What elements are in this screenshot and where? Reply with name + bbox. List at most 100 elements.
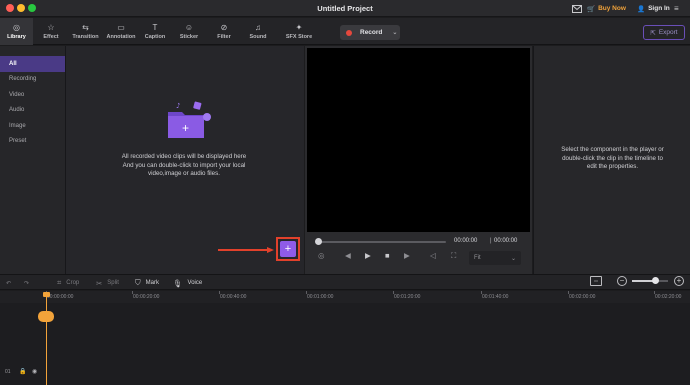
undo-icon[interactable]: ↶ [6,277,11,289]
properties-hint: Select the component in the player or do… [546,146,679,172]
record-dot-icon [346,29,352,36]
record-label: Record [360,29,383,36]
empty-message-line: All recorded video clips will be display… [121,153,247,160]
sidebar-item-video[interactable]: Video [0,87,65,103]
sidebar-item-image[interactable]: Image [0,118,65,134]
play-icon[interactable]: ▶ [365,251,371,260]
sidebar-item-audio[interactable]: Audio [0,103,65,119]
tab-transition[interactable]: ⇆ Transition [68,18,103,45]
ruler-label: 00:00:20:00 [133,294,160,300]
effect-icon: ☆ [47,23,55,32]
timeline-toolbar: ↶ ↷ ⌗ Crop ✂ Split ⛉ Mark 🎙 Voice [0,274,690,290]
chevron-down-icon: ⌄ [510,255,516,262]
chevron-down-icon[interactable]: ⌄ [392,29,397,36]
sfx-store-icon: ✦ [295,23,303,32]
voice-label: Voice [187,280,203,286]
tab-sfx-store[interactable]: ✦ SFX Store [280,18,318,45]
caption-icon: T [152,23,158,32]
playback-progress-bar[interactable] [317,241,446,243]
playback-progress-handle[interactable] [315,238,322,245]
mail-icon[interactable] [572,3,583,14]
zoom-slider-handle[interactable] [651,277,659,284]
sidebar-item-preset[interactable]: Preset [0,134,65,150]
transition-icon: ⇆ [82,23,89,32]
tab-label: Sound [249,34,267,40]
svg-text:♪: ♪ [176,102,180,110]
record-button[interactable]: Record ⌄ [340,25,400,40]
lock-icon[interactable]: 🔒 [19,368,26,375]
tab-effect[interactable]: ☆ Effect [35,18,67,45]
folder-illustration-icon: + ♪ [168,101,211,138]
sticker-icon: ☺ [184,23,194,32]
empty-message-line: video,image or audio files. [148,170,220,177]
sign-in-label: Sign In [648,5,670,12]
next-frame-icon[interactable]: ▶ [404,251,410,260]
library-icon: ◎ [13,23,20,32]
time-separator: | [490,238,492,244]
sign-in-button[interactable]: 👤 Sign In [637,3,670,14]
sidebar-item-recording[interactable]: Recording [0,72,65,88]
fit-timeline-icon[interactable]: ▭ [590,276,602,286]
tab-label: Transition [72,34,99,40]
tab-label: Effect [43,34,59,40]
eye-icon[interactable]: ◉ [32,368,37,375]
ruler-label: 00:00:40:00 [220,294,247,300]
svg-text:+: + [182,121,189,135]
tab-sound[interactable]: ♫ Sound [242,18,274,45]
zoom-out-icon[interactable]: − [617,276,627,286]
tab-sticker[interactable]: ☺ Sticker [173,18,205,45]
redo-icon[interactable]: ↷ [24,277,29,289]
previous-frame-icon[interactable]: ◀ [345,251,351,260]
fullscreen-icon[interactable]: ⛶ [451,251,456,261]
volume-icon[interactable]: ◁ [430,251,436,260]
crop-label: Crop [66,280,80,286]
microphone-icon: 🎙 [173,278,183,288]
player-panel: 00:00:00 | 00:00:00 ◎ ◀ ▶ ■ ▶ ◁ ⛶ Fit ⌄ [305,46,532,274]
buy-now-button[interactable]: 🛒 Buy Now [587,3,626,14]
tab-label: Annotation [106,34,136,40]
track-row[interactable]: 01 🔒 ◉ [0,365,690,383]
sidebar-item-all[interactable]: All [0,56,65,72]
filter-icon: ⊘ [220,23,228,32]
timeline[interactable]: 00:00:00:00 00:00:20:00 00:00:40:00 00:0… [0,291,690,385]
library-sidebar: All Recording Video Audio Image Preset [0,46,66,274]
video-preview[interactable] [307,48,530,232]
tab-filter[interactable]: ⊘ Filter [208,18,240,45]
ruler-label: 00:02:20:00 [655,294,682,300]
crop-button[interactable]: ⌗ Crop [57,277,79,289]
camera-icon[interactable]: ◎ [318,251,325,260]
split-icon: ✂ [96,278,103,288]
stop-icon[interactable]: ■ [385,251,390,260]
mark-icon: ⛉ [135,278,141,287]
title-bar: Untitled Project 🛒 Buy Now 👤 Sign In ≡ [0,0,690,17]
playhead[interactable] [46,295,47,385]
split-button[interactable]: ✂ Split [96,277,119,289]
tab-library[interactable]: ◎ Library [0,18,33,45]
total-time: 00:00:00 [494,238,518,244]
track-number: 01 [5,369,11,375]
export-button[interactable]: ⇱ Export [643,25,685,40]
tab-label: Library [7,34,26,40]
tab-annotation[interactable]: ▭ Annotation [103,18,139,45]
import-media-button[interactable]: + [280,241,296,257]
user-icon: 👤 [637,5,646,13]
mark-button[interactable]: ⛉ Mark [135,277,159,289]
arrow-annotation-icon [218,247,274,253]
fit-value: Fit [474,255,481,261]
mark-label: Mark [145,280,159,286]
playhead-handle[interactable] [38,311,54,322]
export-icon: ⇱ [650,29,656,37]
tab-caption[interactable]: T Caption [140,18,170,45]
hint-line: edit the properties. [586,163,639,170]
zoom-in-icon[interactable]: + [674,276,684,286]
tab-label: Sticker [179,34,199,40]
ruler-label: 00:01:40:00 [482,294,509,300]
media-library-panel[interactable]: + ♪ All recorded video clips will be dis… [66,46,304,274]
zoom-fit-select[interactable]: Fit ⌄ [469,251,521,265]
time-ruler[interactable]: 00:00:00:00 00:00:20:00 00:00:40:00 00:0… [0,291,690,303]
hint-line: Select the component in the player or [561,146,664,153]
voice-button[interactable]: 🎙 Voice [173,277,202,289]
split-label: Split [107,280,119,286]
crop-icon: ⌗ [57,278,62,287]
hamburger-menu-icon[interactable]: ≡ [674,3,679,14]
